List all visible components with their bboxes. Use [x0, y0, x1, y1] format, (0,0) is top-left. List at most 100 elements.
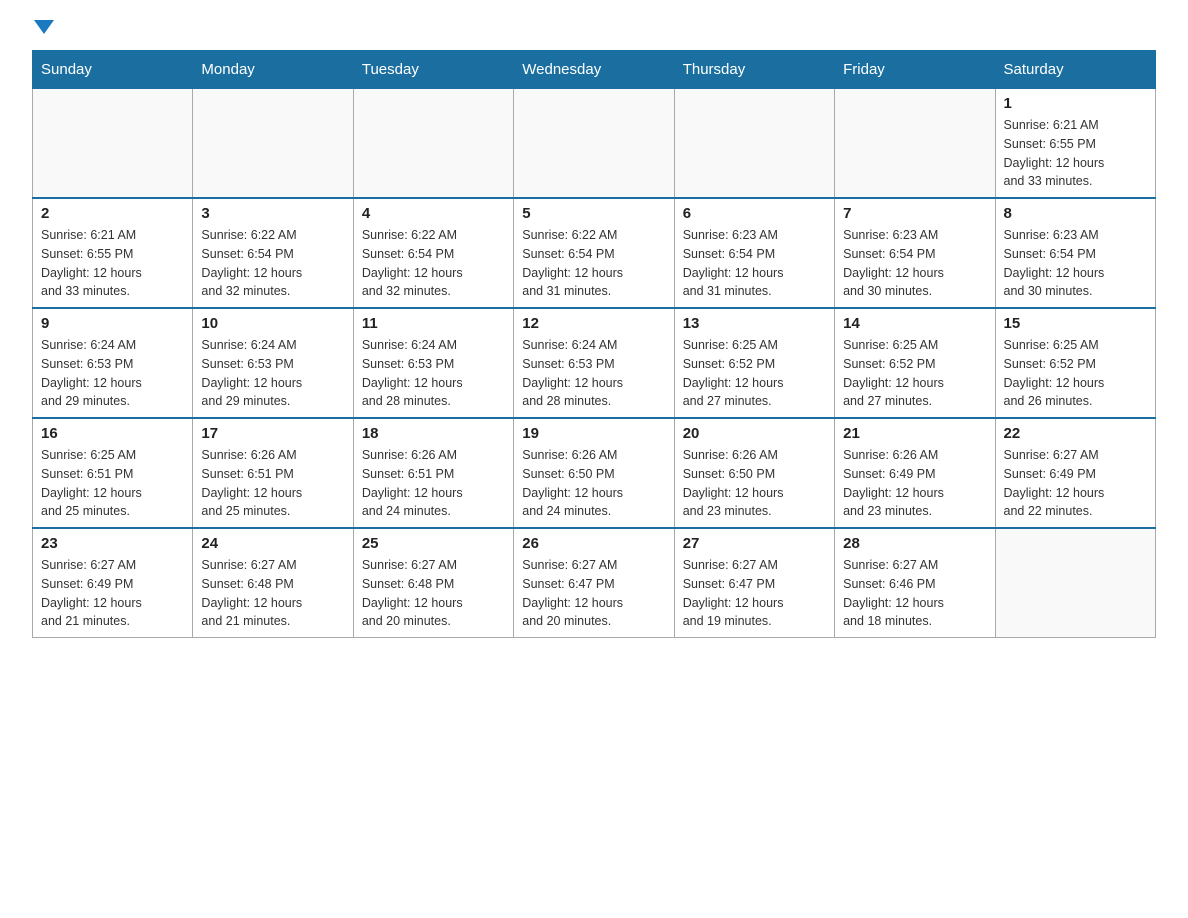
logo	[32, 24, 54, 38]
day-header-wednesday: Wednesday	[514, 51, 674, 89]
calendar-cell: 1 Sunrise: 6:21 AMSunset: 6:55 PMDaylight…	[995, 89, 1155, 199]
calendar-header-row: SundayMondayTuesdayWednesdayThursdayFrid…	[33, 51, 1156, 89]
day-header-friday: Friday	[835, 51, 995, 89]
day-number: 9	[41, 315, 184, 332]
day-info: Sunrise: 6:25 AMSunset: 6:52 PMDaylight:…	[683, 336, 826, 411]
calendar-cell: 12 Sunrise: 6:24 AMSunset: 6:53 PMDayligh…	[514, 308, 674, 418]
day-header-monday: Monday	[193, 51, 353, 89]
calendar-cell: 9 Sunrise: 6:24 AMSunset: 6:53 PMDaylight…	[33, 308, 193, 418]
day-number: 2	[41, 205, 184, 222]
day-number: 1	[1004, 95, 1147, 112]
calendar-cell: 8 Sunrise: 6:23 AMSunset: 6:54 PMDaylight…	[995, 198, 1155, 308]
day-header-saturday: Saturday	[995, 51, 1155, 89]
day-header-tuesday: Tuesday	[353, 51, 513, 89]
day-info: Sunrise: 6:25 AMSunset: 6:52 PMDaylight:…	[1004, 336, 1147, 411]
day-info: Sunrise: 6:23 AMSunset: 6:54 PMDaylight:…	[1004, 226, 1147, 301]
day-info: Sunrise: 6:24 AMSunset: 6:53 PMDaylight:…	[201, 336, 344, 411]
calendar-week-row: 23 Sunrise: 6:27 AMSunset: 6:49 PMDayligh…	[33, 528, 1156, 638]
day-number: 12	[522, 315, 665, 332]
logo-arrow-icon	[34, 20, 54, 34]
day-number: 14	[843, 315, 986, 332]
calendar-week-row: 2 Sunrise: 6:21 AMSunset: 6:55 PMDaylight…	[33, 198, 1156, 308]
day-info: Sunrise: 6:24 AMSunset: 6:53 PMDaylight:…	[522, 336, 665, 411]
calendar-table: SundayMondayTuesdayWednesdayThursdayFrid…	[32, 50, 1156, 638]
calendar-cell: 22 Sunrise: 6:27 AMSunset: 6:49 PMDayligh…	[995, 418, 1155, 528]
page-header	[32, 24, 1156, 38]
calendar-cell: 14 Sunrise: 6:25 AMSunset: 6:52 PMDayligh…	[835, 308, 995, 418]
day-info: Sunrise: 6:26 AMSunset: 6:51 PMDaylight:…	[201, 446, 344, 521]
calendar-cell: 18 Sunrise: 6:26 AMSunset: 6:51 PMDayligh…	[353, 418, 513, 528]
day-info: Sunrise: 6:26 AMSunset: 6:49 PMDaylight:…	[843, 446, 986, 521]
day-number: 5	[522, 205, 665, 222]
day-info: Sunrise: 6:25 AMSunset: 6:52 PMDaylight:…	[843, 336, 986, 411]
day-number: 8	[1004, 205, 1147, 222]
calendar-cell: 28Sunrise: 6:27 AMSunset: 6:46 PMDayligh…	[835, 528, 995, 638]
day-number: 4	[362, 205, 505, 222]
calendar-cell: 24Sunrise: 6:27 AMSunset: 6:48 PMDayligh…	[193, 528, 353, 638]
day-info: Sunrise: 6:24 AMSunset: 6:53 PMDaylight:…	[41, 336, 184, 411]
calendar-cell: 2 Sunrise: 6:21 AMSunset: 6:55 PMDaylight…	[33, 198, 193, 308]
day-number: 7	[843, 205, 986, 222]
day-info: Sunrise: 6:22 AMSunset: 6:54 PMDaylight:…	[522, 226, 665, 301]
day-info: Sunrise: 6:21 AMSunset: 6:55 PMDaylight:…	[41, 226, 184, 301]
calendar-cell: 25 Sunrise: 6:27 AMSunset: 6:48 PMDayligh…	[353, 528, 513, 638]
calendar-cell	[995, 528, 1155, 638]
day-info: Sunrise: 6:26 AMSunset: 6:50 PMDaylight:…	[522, 446, 665, 521]
calendar-week-row: 1 Sunrise: 6:21 AMSunset: 6:55 PMDaylight…	[33, 89, 1156, 199]
day-number: 27	[683, 535, 826, 552]
calendar-cell: 5 Sunrise: 6:22 AMSunset: 6:54 PMDaylight…	[514, 198, 674, 308]
calendar-cell	[674, 89, 834, 199]
day-number: 6	[683, 205, 826, 222]
day-info: Sunrise: 6:23 AMSunset: 6:54 PMDaylight:…	[683, 226, 826, 301]
day-number: 17	[201, 425, 344, 442]
calendar-cell: 16 Sunrise: 6:25 AMSunset: 6:51 PMDayligh…	[33, 418, 193, 528]
calendar-cell	[193, 89, 353, 199]
day-header-thursday: Thursday	[674, 51, 834, 89]
day-number: 11	[362, 315, 505, 332]
day-number: 23	[41, 535, 184, 552]
day-header-sunday: Sunday	[33, 51, 193, 89]
calendar-cell: 7 Sunrise: 6:23 AMSunset: 6:54 PMDaylight…	[835, 198, 995, 308]
day-number: 15	[1004, 315, 1147, 332]
calendar-cell: 19 Sunrise: 6:26 AMSunset: 6:50 PMDayligh…	[514, 418, 674, 528]
day-info: Sunrise: 6:26 AMSunset: 6:51 PMDaylight:…	[362, 446, 505, 521]
calendar-week-row: 16 Sunrise: 6:25 AMSunset: 6:51 PMDayligh…	[33, 418, 1156, 528]
calendar-cell: 17 Sunrise: 6:26 AMSunset: 6:51 PMDayligh…	[193, 418, 353, 528]
calendar-cell	[835, 89, 995, 199]
day-number: 3	[201, 205, 344, 222]
calendar-cell: 20 Sunrise: 6:26 AMSunset: 6:50 PMDayligh…	[674, 418, 834, 528]
calendar-cell: 23 Sunrise: 6:27 AMSunset: 6:49 PMDayligh…	[33, 528, 193, 638]
day-number: 16	[41, 425, 184, 442]
day-info: Sunrise: 6:27 AMSunset: 6:49 PMDaylight:…	[1004, 446, 1147, 521]
calendar-cell: 11 Sunrise: 6:24 AMSunset: 6:53 PMDayligh…	[353, 308, 513, 418]
calendar-cell: 27Sunrise: 6:27 AMSunset: 6:47 PMDayligh…	[674, 528, 834, 638]
day-info: Sunrise: 6:27 AMSunset: 6:48 PMDaylight:…	[362, 556, 505, 631]
calendar-cell: 3Sunrise: 6:22 AMSunset: 6:54 PMDaylight…	[193, 198, 353, 308]
calendar-cell: 13 Sunrise: 6:25 AMSunset: 6:52 PMDayligh…	[674, 308, 834, 418]
day-number: 20	[683, 425, 826, 442]
calendar-week-row: 9 Sunrise: 6:24 AMSunset: 6:53 PMDaylight…	[33, 308, 1156, 418]
day-info: Sunrise: 6:27 AMSunset: 6:49 PMDaylight:…	[41, 556, 184, 631]
day-info: Sunrise: 6:24 AMSunset: 6:53 PMDaylight:…	[362, 336, 505, 411]
day-number: 18	[362, 425, 505, 442]
day-number: 22	[1004, 425, 1147, 442]
day-info: Sunrise: 6:25 AMSunset: 6:51 PMDaylight:…	[41, 446, 184, 521]
day-info: Sunrise: 6:23 AMSunset: 6:54 PMDaylight:…	[843, 226, 986, 301]
day-info: Sunrise: 6:27 AMSunset: 6:47 PMDaylight:…	[522, 556, 665, 631]
calendar-cell: 10 Sunrise: 6:24 AMSunset: 6:53 PMDayligh…	[193, 308, 353, 418]
day-number: 28	[843, 535, 986, 552]
day-number: 21	[843, 425, 986, 442]
day-info: Sunrise: 6:21 AMSunset: 6:55 PMDaylight:…	[1004, 116, 1147, 191]
calendar-cell: 4Sunrise: 6:22 AMSunset: 6:54 PMDaylight…	[353, 198, 513, 308]
calendar-cell: 15 Sunrise: 6:25 AMSunset: 6:52 PMDayligh…	[995, 308, 1155, 418]
day-number: 10	[201, 315, 344, 332]
day-number: 19	[522, 425, 665, 442]
day-info: Sunrise: 6:27 AMSunset: 6:48 PMDaylight:…	[201, 556, 344, 631]
calendar-cell: 21 Sunrise: 6:26 AMSunset: 6:49 PMDayligh…	[835, 418, 995, 528]
day-info: Sunrise: 6:26 AMSunset: 6:50 PMDaylight:…	[683, 446, 826, 521]
day-number: 26	[522, 535, 665, 552]
calendar-cell	[514, 89, 674, 199]
day-number: 25	[362, 535, 505, 552]
calendar-cell: 6 Sunrise: 6:23 AMSunset: 6:54 PMDaylight…	[674, 198, 834, 308]
day-number: 13	[683, 315, 826, 332]
